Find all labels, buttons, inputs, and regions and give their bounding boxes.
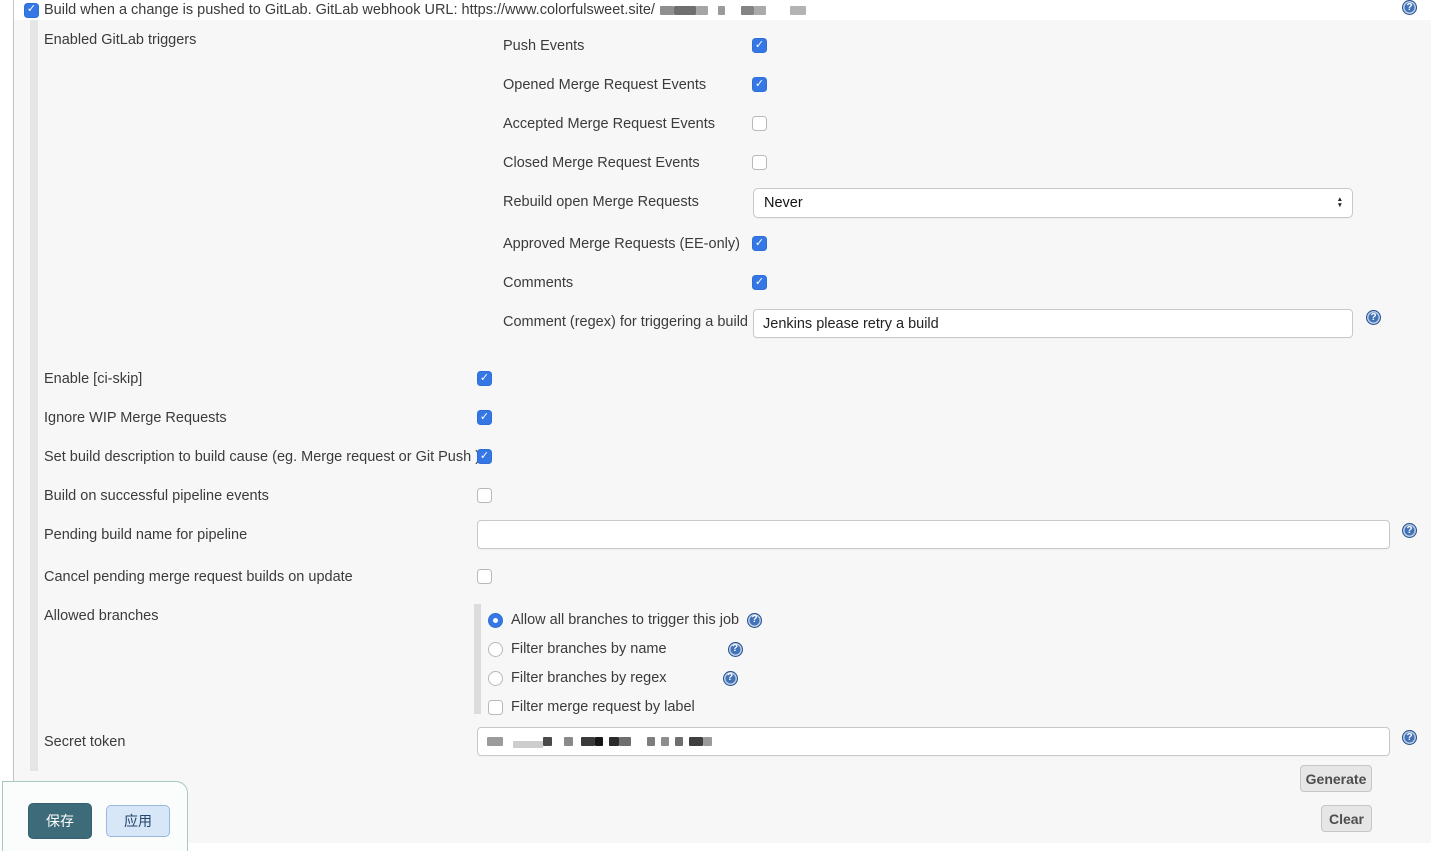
trigger-row-push: Push Events [503, 36, 584, 56]
section-outline [13, 0, 14, 849]
webhook-header-row: Build when a change is pushed to GitLab.… [24, 2, 806, 18]
triggers-section-label: Enabled GitLab triggers [44, 32, 196, 48]
build-on-push-checkbox[interactable] [24, 3, 39, 18]
secret-token-label: Secret token [44, 734, 125, 750]
secret-token-row: Secret token [44, 732, 125, 752]
trigger-row-closed: Closed Merge Request Events [503, 153, 700, 173]
triggers-section-row: Enabled GitLab triggers [44, 31, 196, 49]
cancel-pending-checkbox[interactable] [477, 569, 492, 584]
save-button[interactable]: 保存 [28, 803, 92, 839]
pending-build-name-label: Pending build name for pipeline [44, 527, 247, 543]
pipeline-events-checkbox[interactable] [477, 488, 492, 503]
help-icon[interactable]: ? [1402, 0, 1417, 15]
webhook-header-label: Build when a change is pushed to GitLab.… [44, 2, 655, 18]
filter-branches-by-name-radio[interactable] [488, 642, 503, 657]
trigger-row-accepted: Accepted Merge Request Events [503, 114, 715, 134]
redacted-webhook-path [660, 6, 806, 15]
comments-checkbox[interactable] [752, 275, 767, 290]
option-row-ignore-wip: Ignore WIP Merge Requests [44, 408, 227, 428]
rebuild-open-mr-select[interactable]: Never ▲▼ [753, 188, 1353, 218]
filter-branches-by-regex-radio[interactable] [488, 671, 503, 686]
option-row-build-desc: Set build description to build cause (eg… [44, 447, 480, 467]
branch-option-by-regex: Filter branches by regex ? [488, 668, 738, 688]
help-icon[interactable]: ? [747, 613, 762, 628]
push-events-label: Push Events [503, 38, 584, 54]
help-icon[interactable]: ? [723, 671, 738, 686]
branches-indent-bar [474, 604, 481, 714]
option-row-pending-name: Pending build name for pipeline [44, 525, 247, 545]
closed-mr-events-checkbox[interactable] [752, 155, 767, 170]
comments-label: Comments [503, 275, 573, 291]
branch-option-by-name: Filter branches by name ? [488, 639, 743, 659]
redacted-secret-token [487, 735, 712, 748]
filter-branches-by-regex-label: Filter branches by regex [511, 670, 667, 686]
generate-button[interactable]: Generate [1300, 765, 1372, 792]
pipeline-events-label: Build on successful pipeline events [44, 488, 269, 504]
pending-build-name-input[interactable] [477, 520, 1390, 549]
rebuild-open-mr-selected-value: Never [754, 195, 1337, 211]
section-indent-bar [30, 20, 38, 771]
branch-option-allow-all: Allow all branches to trigger this job ? [488, 610, 762, 630]
rebuild-open-mr-label: Rebuild open Merge Requests [503, 194, 699, 210]
build-desc-checkbox[interactable] [477, 449, 492, 464]
approved-mr-label: Approved Merge Requests (EE-only) [503, 236, 740, 252]
option-row-cancel-pending: Cancel pending merge request builds on u… [44, 567, 353, 587]
allowed-branches-row: Allowed branches [44, 606, 158, 626]
trigger-row-rebuild: Rebuild open Merge Requests [503, 192, 699, 212]
branch-option-by-label: Filter merge request by label [488, 697, 695, 717]
option-row-pipeline-events: Build on successful pipeline events [44, 486, 269, 506]
allowed-branches-label: Allowed branches [44, 608, 158, 624]
opened-mr-events-label: Opened Merge Request Events [503, 77, 706, 93]
accepted-mr-events-label: Accepted Merge Request Events [503, 116, 715, 132]
ci-skip-checkbox[interactable] [477, 371, 492, 386]
comment-regex-input[interactable] [753, 309, 1353, 338]
filter-branches-by-name-label: Filter branches by name [511, 641, 667, 657]
opened-mr-events-checkbox[interactable] [752, 77, 767, 92]
help-icon[interactable]: ? [1402, 523, 1417, 538]
option-row-ci-skip: Enable [ci-skip] [44, 369, 142, 389]
ignore-wip-label: Ignore WIP Merge Requests [44, 410, 227, 426]
jenkins-gitlab-trigger-config: { "icons": { "help": "?", "select_up": "… [0, 0, 1431, 849]
help-icon[interactable]: ? [728, 642, 743, 657]
push-events-checkbox[interactable] [752, 38, 767, 53]
filter-mr-by-label-label: Filter merge request by label [511, 699, 695, 715]
help-icon[interactable]: ? [1402, 730, 1417, 745]
allow-all-branches-radio[interactable] [488, 613, 503, 628]
allow-all-branches-label: Allow all branches to trigger this job [511, 612, 739, 628]
ignore-wip-checkbox[interactable] [477, 410, 492, 425]
filter-mr-by-label-checkbox[interactable] [488, 700, 503, 715]
clear-button[interactable]: Clear [1321, 805, 1372, 832]
trigger-row-opened: Opened Merge Request Events [503, 75, 706, 95]
config-section-panel [14, 20, 1431, 843]
trigger-row-comment-regex: Comment (regex) for triggering a build [503, 312, 748, 332]
build-desc-label: Set build description to build cause (eg… [44, 449, 480, 465]
comment-regex-label: Comment (regex) for triggering a build [503, 314, 748, 330]
closed-mr-events-label: Closed Merge Request Events [503, 155, 700, 171]
accepted-mr-events-checkbox[interactable] [752, 116, 767, 131]
select-arrows-icon: ▲▼ [1337, 197, 1343, 209]
help-icon[interactable]: ? [1366, 310, 1381, 325]
trigger-row-approved: Approved Merge Requests (EE-only) [503, 234, 740, 254]
apply-button[interactable]: 应用 [106, 805, 170, 837]
approved-mr-checkbox[interactable] [752, 236, 767, 251]
trigger-row-comments: Comments [503, 273, 573, 293]
secret-token-input[interactable] [477, 727, 1390, 756]
cancel-pending-label: Cancel pending merge request builds on u… [44, 569, 353, 585]
ci-skip-label: Enable [ci-skip] [44, 371, 142, 387]
